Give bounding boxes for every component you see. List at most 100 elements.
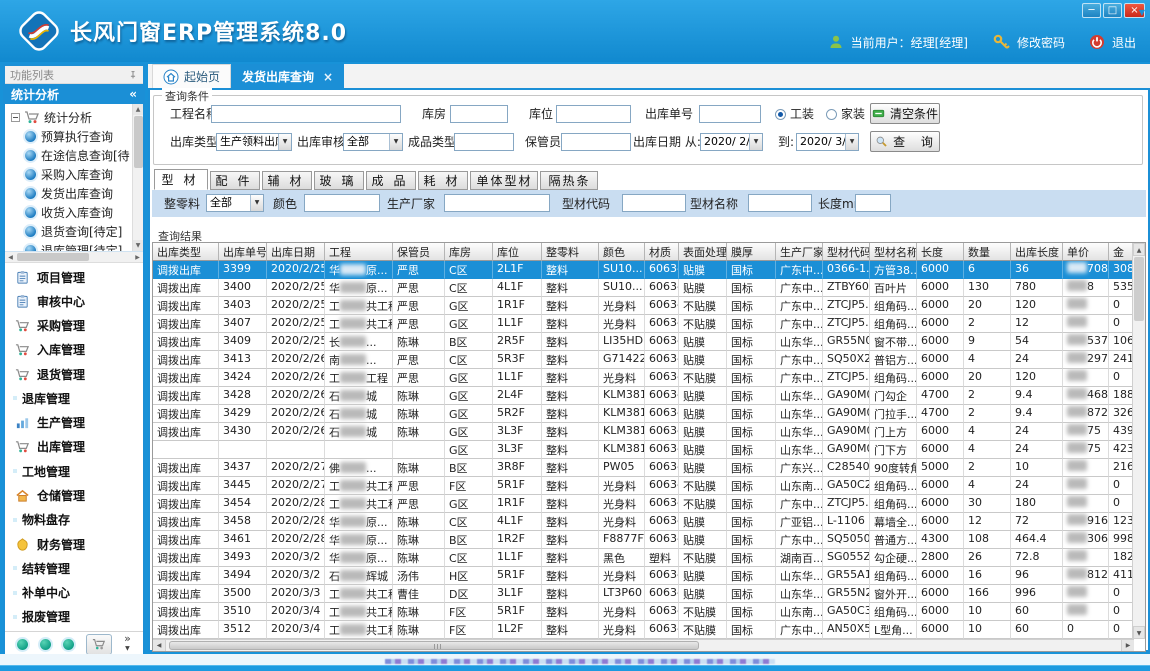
table-cell[interactable]: 6063-T5 — [645, 423, 679, 441]
table-cell[interactable]: KLM3817 — [599, 405, 645, 423]
table-cell[interactable]: 石辉城 — [325, 567, 393, 585]
table-cell[interactable]: 整料 — [542, 297, 599, 315]
table-cell[interactable]: 6063-T5 — [645, 369, 679, 387]
table-cell[interactable]: 2020/2/28 — [267, 513, 325, 531]
table-cell[interactable]: 6063-T5 — [645, 387, 679, 405]
table-cell[interactable]: 贴膜 — [679, 423, 727, 441]
table-cell[interactable]: 3L3F — [493, 423, 542, 441]
table-cell[interactable]: 陈琳 — [393, 513, 445, 531]
table-cell[interactable]: 2020/3/2 — [267, 549, 325, 567]
scrollbar-thumb[interactable] — [17, 253, 89, 261]
table-cell[interactable]: 3430 — [219, 423, 267, 441]
table-cell[interactable]: 塑料 — [645, 549, 679, 567]
table-cell[interactable]: 2020/2/26 — [267, 405, 325, 423]
table-cell[interactable] — [153, 441, 219, 459]
table-cell[interactable]: 75 — [1063, 441, 1109, 459]
table-cell[interactable]: 780 — [1011, 279, 1063, 297]
tab-overflow-icon[interactable]: ▼ — [1139, 8, 1145, 17]
table-row[interactable]: 调拨出库35102020/3/4工共工程陈琳F区5R1F整料光身料6063-T5… — [153, 603, 1145, 621]
name-input[interactable] — [748, 194, 812, 212]
table-cell[interactable]: 2 — [964, 459, 1011, 477]
table-cell[interactable]: 国标 — [727, 387, 776, 405]
table-cell[interactable]: G区 — [445, 405, 493, 423]
order-no-input[interactable] — [699, 105, 761, 123]
table-cell[interactable]: 勾企硬... — [870, 549, 917, 567]
table-cell[interactable]: 6063-T5 — [645, 459, 679, 477]
column-header[interactable]: 数量 — [964, 243, 1011, 261]
column-header[interactable]: 出库类型 — [153, 243, 219, 261]
chevron-down-icon[interactable]: ▼ — [749, 134, 762, 150]
table-cell[interactable]: G71422 — [599, 351, 645, 369]
table-cell[interactable]: 2L4F — [493, 387, 542, 405]
table-cell[interactable]: 2020/3/3 — [267, 585, 325, 603]
table-cell[interactable]: 广东中... — [776, 531, 823, 549]
maximize-button[interactable]: □ — [1103, 3, 1122, 18]
column-header[interactable]: 出库日期 — [267, 243, 325, 261]
dot-icon[interactable] — [63, 639, 74, 650]
table-cell[interactable]: 3458 — [219, 513, 267, 531]
code-input[interactable] — [622, 194, 686, 212]
table-cell[interactable]: C区 — [445, 261, 493, 279]
table-cell[interactable]: 普铝方... — [870, 351, 917, 369]
table-cell[interactable]: 整料 — [542, 567, 599, 585]
dot-icon[interactable] — [17, 639, 28, 650]
table-cell[interactable]: 整料 — [542, 261, 599, 279]
table-cell[interactable]: 组角码... — [870, 495, 917, 513]
table-cell[interactable]: 国标 — [727, 369, 776, 387]
table-cell[interactable]: 整料 — [542, 621, 599, 639]
table-cell[interactable]: 长... — [325, 333, 393, 351]
table-cell[interactable]: 4 — [964, 351, 1011, 369]
table-cell[interactable]: 调拨出库 — [153, 297, 219, 315]
table-cell[interactable]: 光身料 — [599, 567, 645, 585]
clear-conditions-button[interactable]: 清空条件 — [870, 103, 940, 124]
table-cell[interactable]: 24 — [1011, 441, 1063, 459]
tree-item[interactable]: 退货查询[待定] — [5, 222, 143, 241]
table-cell[interactable]: 6000 — [917, 423, 964, 441]
table-cell[interactable]: 窗外开... — [870, 585, 917, 603]
table-cell[interactable]: 贴膜 — [679, 261, 727, 279]
table-cell[interactable]: 0 — [1109, 585, 1133, 603]
cart-button[interactable] — [86, 634, 112, 655]
table-cell[interactable]: 3510 — [219, 603, 267, 621]
table-cell[interactable]: 组角码... — [870, 603, 917, 621]
table-row[interactable]: 调拨出库35122020/3/4工共工程陈琳F区1L2F整料光身料6063-T5… — [153, 621, 1145, 639]
table-cell[interactable]: 2020/2/27 — [267, 477, 325, 495]
table-cell[interactable]: 1R2F — [493, 531, 542, 549]
table-cell[interactable]: B区 — [445, 531, 493, 549]
table-cell[interactable]: 方管38... — [870, 261, 917, 279]
table-cell[interactable]: 调拨出库 — [153, 261, 219, 279]
table-cell[interactable]: 调拨出库 — [153, 315, 219, 333]
table-cell[interactable]: 曹佳 — [393, 585, 445, 603]
table-cell[interactable]: 贴膜 — [679, 405, 727, 423]
table-cell[interactable]: 6000 — [917, 333, 964, 351]
table-cell[interactable]: 贴膜 — [679, 513, 727, 531]
table-cell[interactable]: 调拨出库 — [153, 531, 219, 549]
table-cell[interactable]: C28540B — [823, 459, 870, 477]
table-cell[interactable]: 708 — [1063, 261, 1109, 279]
table-cell[interactable]: SU10... — [599, 279, 645, 297]
table-cell[interactable]: 华原... — [325, 513, 393, 531]
material-tab-耗材[interactable]: 耗材 — [418, 171, 468, 190]
table-cell[interactable]: 3429 — [219, 405, 267, 423]
sidebar-item-物料盘存[interactable]: 物料盘存 — [5, 508, 143, 532]
table-cell[interactable]: SQ50X2... — [823, 351, 870, 369]
table-cell[interactable]: 464.4 — [1011, 531, 1063, 549]
tree-vertical-scrollbar[interactable]: ▲ ▼ — [132, 104, 143, 251]
table-cell[interactable]: 2020/2/25 — [267, 261, 325, 279]
table-cell[interactable]: 130 — [964, 279, 1011, 297]
table-cell[interactable]: 整料 — [542, 351, 599, 369]
column-header[interactable]: 工程 — [325, 243, 393, 261]
table-cell[interactable]: 窗不带... — [870, 333, 917, 351]
column-header[interactable]: 库位 — [493, 243, 542, 261]
column-header[interactable]: 保管员 — [393, 243, 445, 261]
scroll-up-icon[interactable]: ▲ — [1133, 243, 1145, 256]
table-cell[interactable]: 黑色 — [599, 549, 645, 567]
table-cell[interactable]: ZTCJP5... — [823, 315, 870, 333]
table-cell[interactable]: 4300 — [917, 531, 964, 549]
table-cell[interactable]: 山东华... — [776, 405, 823, 423]
table-cell[interactable]: C区 — [445, 279, 493, 297]
table-cell[interactable]: LI35HD — [599, 333, 645, 351]
table-cell[interactable]: 整料 — [542, 441, 599, 459]
length-input[interactable] — [855, 194, 891, 212]
table-cell[interactable]: GR55N26 — [823, 585, 870, 603]
